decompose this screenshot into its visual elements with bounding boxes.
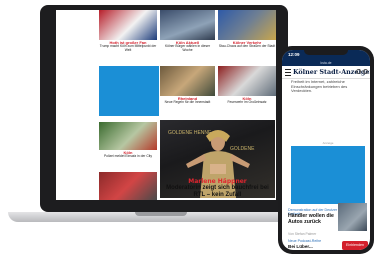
search-icon[interactable] xyxy=(363,69,368,74)
article-tile[interactable] xyxy=(99,172,157,200)
article-thumbnail[interactable] xyxy=(338,203,367,231)
article-text: Trump macht Köln zum Mittelpunkt der Wel… xyxy=(99,44,157,52)
article-kicker: Neue Podcast-Reihe xyxy=(288,239,322,243)
article-text: Stau-Chaos auf den Straßen der Stadt xyxy=(218,44,276,49)
article-tile[interactable]: Köln Feuerwehr im Großeinsatz xyxy=(218,66,276,118)
phone-screen: 12:09 ksta.de Kölner Stadt-Anzeiger Frei… xyxy=(282,50,370,250)
feature-title: Moderatorin zeigt sich bauchfrei bei RTL… xyxy=(166,185,269,198)
article-author: Von Stefan Palmer xyxy=(288,232,317,236)
account-icon[interactable] xyxy=(356,69,361,74)
article-image xyxy=(99,122,157,150)
feature-caption[interactable]: Marlene Häppner Moderatorin zeigt sich b… xyxy=(160,178,275,198)
site-header: Kölner Stadt-Anzeiger xyxy=(282,66,370,79)
article-title[interactable]: Händler wollen die Autos zurück xyxy=(288,213,336,225)
feature-kicker: Marlene Häppner xyxy=(188,178,247,185)
article-text: Polizei meldet Einsatz in der City xyxy=(103,154,152,159)
article-tile[interactable]: Köln Aktuell Kölner Bürger wählen in die… xyxy=(160,10,215,62)
advertisement-block[interactable] xyxy=(99,66,159,116)
article-image xyxy=(218,66,276,96)
article-tile[interactable]: Hoth ist großer Fan Trump macht Köln zum… xyxy=(99,10,157,62)
article-text: Kölner Bürger wählen in dieser Woche xyxy=(164,44,211,52)
article-image xyxy=(160,66,215,96)
svg-text:GOLDENE: GOLDENE xyxy=(230,146,255,152)
article-tile[interactable]: Kölner Verkehr Stau-Chaos auf den Straße… xyxy=(218,10,276,62)
article-text: Feuerwehr im Großeinsatz xyxy=(227,100,267,105)
article-title[interactable]: Bei Lüber... xyxy=(288,244,313,249)
laptop-notch xyxy=(135,212,187,216)
status-time: 12:09 xyxy=(288,52,300,57)
menu-icon[interactable] xyxy=(285,69,291,76)
phone-notch xyxy=(304,50,348,55)
article-image xyxy=(99,10,157,40)
article-tile[interactable]: Köln Polizei meldet Einsatz in der City xyxy=(99,122,157,170)
expand-button[interactable]: Einblenden xyxy=(342,241,368,250)
article-image xyxy=(160,10,215,40)
article-text: Neue Regeln für die Innenstadt xyxy=(164,100,211,105)
ad-label: Anzeige xyxy=(322,141,334,145)
article-intro: Freiheit im Internet, zahlreiche Einschr… xyxy=(291,79,348,94)
article-image xyxy=(99,172,157,200)
article-image xyxy=(218,10,276,40)
advertisement-block[interactable] xyxy=(291,146,365,204)
svg-text:GOLDENE HENNE: GOLDENE HENNE xyxy=(168,130,212,136)
article-tile[interactable]: Rheinland Neue Regeln für die Innenstadt xyxy=(160,66,215,118)
